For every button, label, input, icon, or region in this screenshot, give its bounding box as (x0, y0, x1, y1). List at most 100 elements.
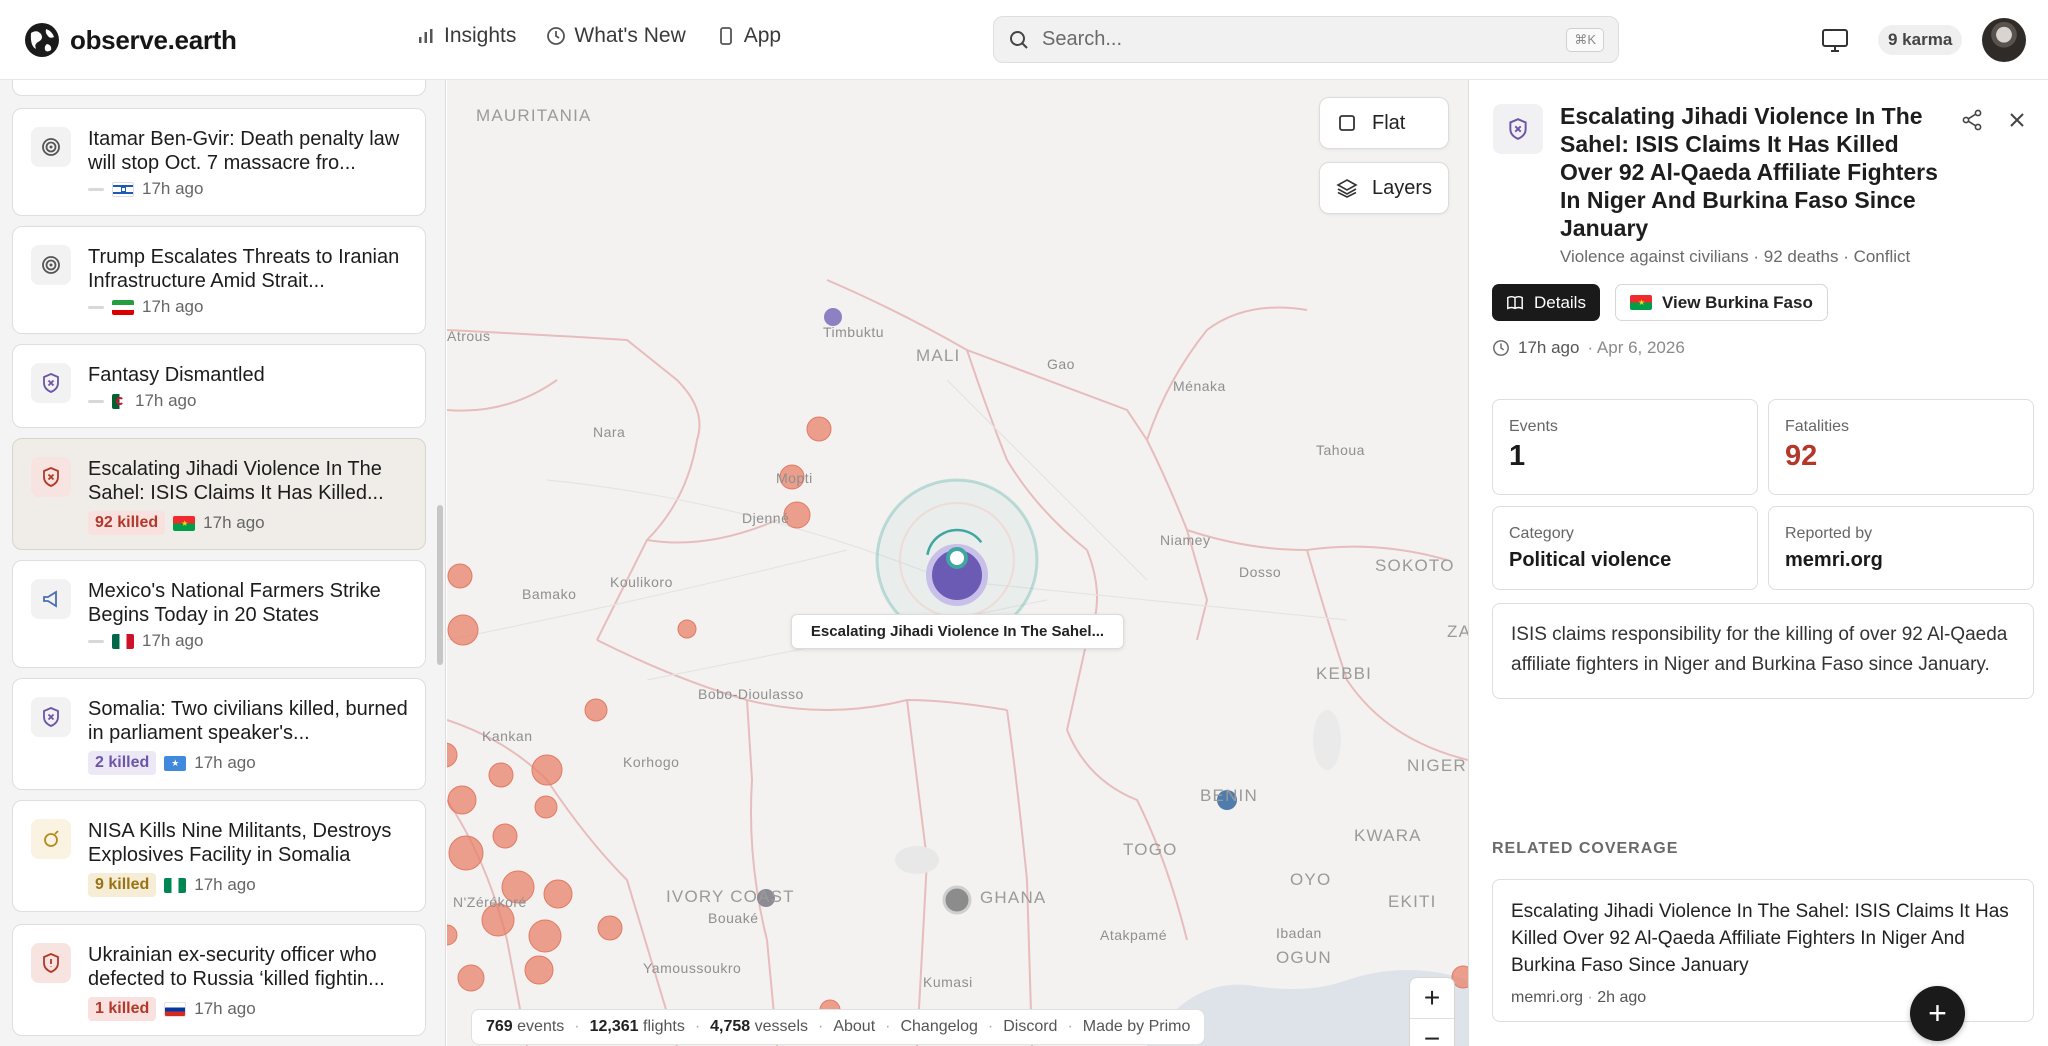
list-item[interactable]: Trump Escalates Threats to Iranian Infra… (12, 226, 426, 334)
map-label-nzerekore: N'Zérékoré (453, 894, 527, 910)
square-icon (1339, 115, 1355, 131)
made-by-link[interactable]: Made by Primo (1083, 1018, 1191, 1036)
event-time: 17h ago · Apr 6, 2026 (1492, 338, 1685, 358)
list-item[interactable]: Itamar Ben-Gvir: Death penalty law will … (12, 108, 426, 216)
map-view[interactable]: MAURITANIA MALI GHANA TOGO BENIN IVORY C… (447, 80, 1468, 1046)
event-type-badge (31, 943, 71, 983)
casualty-badge: 9 killed (88, 873, 157, 897)
map-label-kumasi: Kumasi (923, 974, 973, 990)
map-label-kankan: Kankan (482, 728, 533, 744)
related-article-source: memri.org (1511, 989, 1584, 1006)
list-item-time: 17h ago (135, 391, 197, 410)
zoom-out-button[interactable]: − (1410, 1018, 1454, 1046)
casualty-badge: 92 killed (88, 511, 166, 535)
list-item-time: 17h ago (194, 999, 256, 1018)
nav-whats-new-label: What's New (574, 24, 686, 47)
fatalities-stat-value: 92 (1785, 440, 1818, 472)
nav-whats-new[interactable]: What's New (546, 24, 686, 48)
add-button[interactable]: + (1910, 986, 1965, 1041)
list-item-time: 17h ago (142, 631, 204, 650)
list-item-title: Ukrainian ex-security officer who defect… (88, 944, 385, 990)
no-casualty-dash (88, 187, 104, 191)
flat-toggle-button[interactable]: Flat (1319, 97, 1449, 149)
list-item-selected[interactable]: Escalating Jihadi Violence In The Sahel:… (12, 438, 426, 550)
list-item-title: Fantasy Dismantled (88, 364, 265, 386)
events-stat-value: 1 (1509, 440, 1526, 472)
list-item-meta: 17h ago (88, 391, 196, 411)
view-country-button[interactable]: ★ View Burkina Faso (1615, 284, 1828, 321)
zoom-in-button[interactable]: + (1410, 978, 1454, 1018)
blast-icon (44, 830, 59, 847)
list-item[interactable]: Somalia: Two civilians killed, burned in… (12, 678, 426, 790)
shield-x-icon (43, 373, 59, 393)
map-label-zam: ZAM (1447, 622, 1468, 641)
map-label-bouake: Bouaké (708, 910, 759, 926)
about-link[interactable]: About (833, 1018, 875, 1036)
shield-x-icon (1509, 118, 1527, 140)
event-detail-panel: Escalating Jihadi Violence In The Sahel:… (1468, 80, 2048, 1046)
algeria-flag-icon (112, 393, 127, 409)
event-relative-time: 17h ago (1518, 338, 1580, 357)
monitor-icon[interactable] (1820, 25, 1850, 55)
list-item-title: Itamar Ben-Gvir: Death penalty law will … (88, 128, 400, 174)
search-bar[interactable]: ⌘K (993, 16, 1619, 63)
fatalities-stat-card: Fatalities 92 (1768, 399, 2034, 495)
map-label-djenne: Djenné (742, 510, 790, 526)
no-casualty-dash (88, 639, 104, 643)
list-item-time: 17h ago (142, 297, 204, 316)
map-label-yamoussoukro: Yamoussoukro (643, 960, 742, 976)
related-coverage-header: RELATED COVERAGE (1492, 840, 1679, 857)
nigeria-flag-icon (164, 877, 187, 893)
main-nav: Insights What's New App (416, 24, 781, 48)
details-button[interactable]: Details (1492, 284, 1600, 321)
globe-logo-icon (25, 23, 59, 57)
user-avatar[interactable] (1982, 18, 2026, 62)
share-icon[interactable] (1960, 108, 1984, 132)
casualty-badge: 1 killed (88, 997, 157, 1021)
list-item-partial[interactable] (12, 80, 426, 96)
list-item-meta: 17h ago (88, 179, 203, 199)
map-label-koulikoro: Koulikoro (610, 574, 673, 590)
list-item-time: 17h ago (203, 513, 265, 532)
events-count: 769 events (486, 1018, 565, 1035)
map-label-gao: Gao (1047, 356, 1075, 372)
selected-event-tooltip[interactable]: Escalating Jihadi Violence In The Sahel.… (791, 614, 1124, 649)
close-icon[interactable] (2005, 108, 2029, 132)
map-label-korhogo: Korhogo (623, 754, 680, 770)
list-item[interactable]: Fantasy Dismantled 17h ago (12, 344, 426, 428)
search-input[interactable] (1042, 28, 1567, 51)
map-label-sokoto: SOKOTO (1375, 556, 1455, 575)
event-type-badge (31, 127, 71, 167)
sidebar-scrollbar[interactable] (437, 505, 443, 665)
karma-badge[interactable]: 9 karma (1878, 25, 1963, 55)
bar-chart-icon (419, 29, 433, 43)
map-label-togo: TOGO (1123, 840, 1178, 859)
list-item-title: Escalating Jihadi Violence In The Sahel:… (88, 458, 384, 504)
list-item-meta: 17h ago (88, 297, 203, 317)
shield-x-icon (43, 707, 59, 727)
list-item-meta: 2 killed ★ 17h ago (88, 751, 256, 775)
map-label-tahoua: Tahoua (1316, 442, 1365, 458)
map-label-nara: Nara (593, 424, 626, 440)
shield-x-icon (43, 467, 59, 487)
event-description: ISIS claims responsibility for the killi… (1492, 603, 2034, 699)
flat-label: Flat (1372, 111, 1406, 134)
clock-icon (547, 27, 566, 45)
logo[interactable]: observe.earth (22, 20, 237, 60)
casualty-badge: 2 killed (88, 751, 157, 775)
nav-app[interactable]: App (716, 24, 781, 48)
map-label-ivory-coast: IVORY COAST (666, 887, 795, 906)
search-icon (1010, 30, 1028, 49)
nav-app-label: App (743, 24, 782, 47)
zoom-controls: + − (1409, 977, 1455, 1046)
layers-button[interactable]: Layers (1319, 162, 1449, 214)
list-item[interactable]: Ukrainian ex-security officer who defect… (12, 924, 426, 1036)
details-label: Details (1534, 292, 1586, 312)
nav-insights[interactable]: Insights (416, 24, 516, 48)
discord-link[interactable]: Discord (1003, 1018, 1057, 1036)
changelog-link[interactable]: Changelog (900, 1018, 977, 1036)
list-item-title: NISA Kills Nine Militants, Destroys Expl… (88, 820, 392, 866)
map-label-ekiti: EKITI (1388, 892, 1437, 911)
list-item[interactable]: NISA Kills Nine Militants, Destroys Expl… (12, 800, 426, 912)
list-item[interactable]: Mexico's National Farmers Strike Begins … (12, 560, 426, 668)
